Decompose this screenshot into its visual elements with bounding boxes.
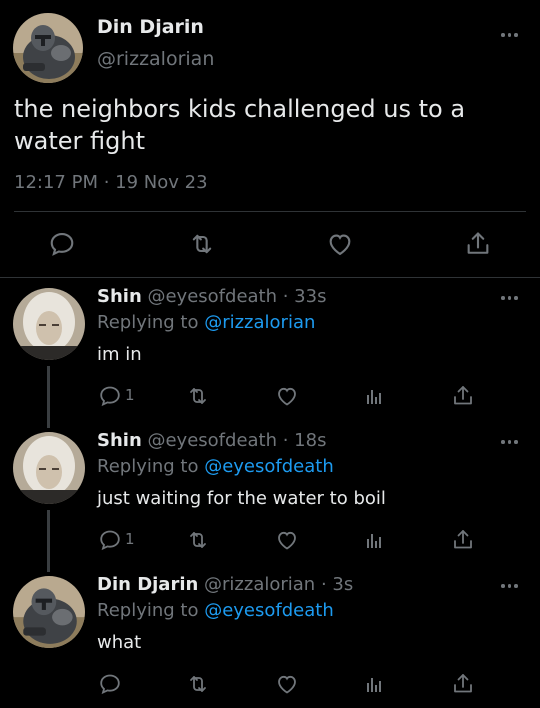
- retweet-icon[interactable]: [186, 384, 210, 408]
- reply-tweet[interactable]: Shin @eyesofdeath · 18s Replying to @eye…: [0, 422, 540, 566]
- more-options-icon[interactable]: [501, 582, 521, 590]
- reply-text: what: [97, 632, 142, 653]
- avatar-shin[interactable]: [13, 432, 85, 504]
- more-options-icon[interactable]: [501, 31, 521, 39]
- like-icon[interactable]: [275, 672, 299, 696]
- like-icon[interactable]: [275, 528, 299, 552]
- tweet-text: the neighbors kids challenged us to a wa…: [14, 95, 466, 155]
- reply-icon[interactable]: [98, 528, 122, 552]
- reply-author-name[interactable]: Shin: [97, 430, 142, 451]
- shin-avatar-image: [13, 432, 85, 504]
- reply-header: Din Djarin @rizzalorian · 3s: [97, 574, 353, 595]
- retweet-icon[interactable]: [186, 528, 210, 552]
- share-icon[interactable]: [464, 230, 492, 258]
- replying-to-link[interactable]: @eyesofdeath: [204, 600, 334, 621]
- retweet-icon[interactable]: [186, 672, 210, 696]
- avatar-shin[interactable]: [13, 288, 85, 360]
- reply-icon[interactable]: [98, 384, 122, 408]
- reply-icon[interactable]: [98, 672, 122, 696]
- avatar-din-djarin[interactable]: [13, 576, 85, 648]
- share-icon[interactable]: [451, 384, 475, 408]
- reply-tweet[interactable]: Shin @eyesofdeath · 33s Replying to @riz…: [0, 278, 540, 422]
- reply-meta[interactable]: @rizzalorian · 3s: [198, 574, 353, 595]
- mandalorian-avatar-image: [13, 13, 83, 83]
- reply-count: 1: [125, 530, 135, 548]
- share-icon[interactable]: [451, 528, 475, 552]
- reply-header: Shin @eyesofdeath · 33s: [97, 286, 326, 307]
- replying-to-link[interactable]: @rizzalorian: [204, 312, 315, 333]
- divider: [14, 211, 526, 212]
- replying-to-link[interactable]: @eyesofdeath: [204, 456, 334, 477]
- like-icon[interactable]: [275, 384, 299, 408]
- reply-meta[interactable]: @eyesofdeath · 18s: [142, 430, 326, 451]
- reply-header: Shin @eyesofdeath · 18s: [97, 430, 326, 451]
- like-icon[interactable]: [326, 230, 354, 258]
- tweet-actions: [0, 226, 540, 262]
- main-tweet: Din Djarin @rizzalorian the neighbors ki…: [0, 0, 540, 278]
- more-options-icon[interactable]: [501, 294, 521, 302]
- reply-author-name[interactable]: Shin: [97, 286, 142, 307]
- analytics-icon[interactable]: [362, 384, 386, 408]
- replying-to: Replying to @eyesofdeath: [97, 456, 334, 477]
- analytics-icon[interactable]: [362, 672, 386, 696]
- shin-avatar-image: [13, 288, 85, 360]
- replying-to: Replying to @rizzalorian: [97, 312, 315, 333]
- tweet-timestamp[interactable]: 12:17 PM · 19 Nov 23: [14, 172, 208, 193]
- reply-count: 1: [125, 386, 135, 404]
- reply-text: im in: [97, 344, 142, 365]
- reply-tweet[interactable]: Din Djarin @rizzalorian · 3s Replying to…: [0, 566, 540, 708]
- reply-author-name[interactable]: Din Djarin: [97, 574, 198, 595]
- more-options-icon[interactable]: [501, 438, 521, 446]
- replying-to: Replying to @eyesofdeath: [97, 600, 334, 621]
- avatar-din-djarin[interactable]: [13, 13, 83, 83]
- reply-icon[interactable]: [48, 230, 76, 258]
- analytics-icon[interactable]: [362, 528, 386, 552]
- mandalorian-avatar-image: [13, 576, 85, 648]
- replying-to-label: Replying to: [97, 456, 205, 477]
- replying-to-label: Replying to: [97, 312, 205, 333]
- reply-actions: [0, 670, 540, 696]
- retweet-icon[interactable]: [188, 230, 216, 258]
- author-name[interactable]: Din Djarin: [97, 16, 204, 38]
- reply-meta[interactable]: @eyesofdeath · 33s: [142, 286, 326, 307]
- share-icon[interactable]: [451, 672, 475, 696]
- replying-to-label: Replying to: [97, 600, 205, 621]
- reply-text: just waiting for the water to boil: [97, 488, 386, 509]
- reply-actions: 1: [0, 382, 540, 408]
- author-handle[interactable]: @rizzalorian: [97, 48, 214, 70]
- reply-actions: 1: [0, 526, 540, 552]
